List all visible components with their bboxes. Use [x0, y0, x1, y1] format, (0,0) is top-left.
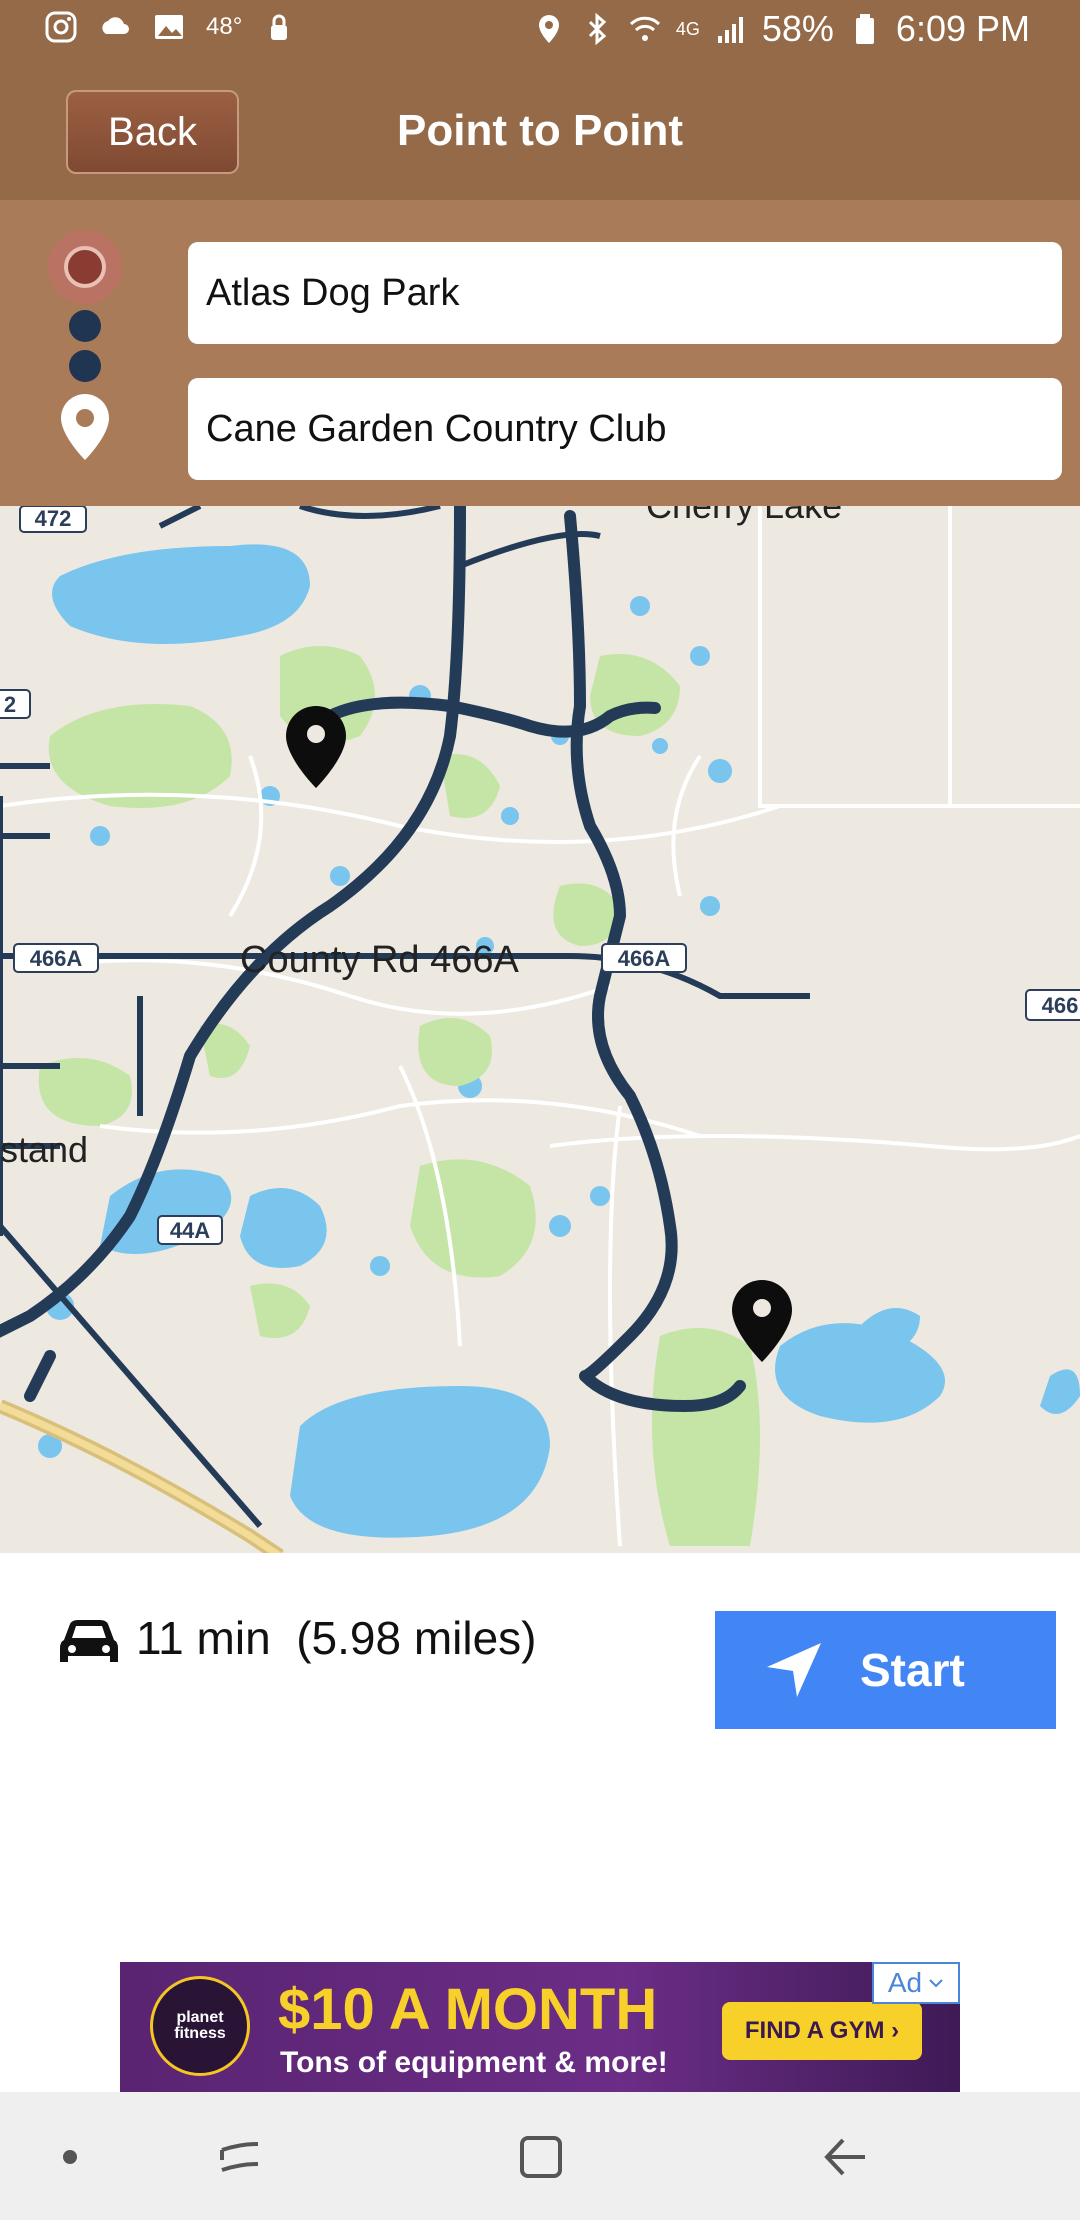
ad-headline: $10 A MONTH: [278, 1977, 658, 2042]
shield-472-label: 472: [35, 506, 72, 531]
temperature-text: 48°: [206, 13, 243, 40]
nav-dot-icon[interactable]: [40, 2132, 100, 2182]
shield-466-right-label: 466: [1042, 993, 1079, 1018]
signal-icon: [717, 17, 743, 43]
shield-2-label: 2: [4, 692, 16, 717]
route-input-panel: Atlas Dog Park Cane Garden Country Club: [0, 200, 1080, 506]
destination-input[interactable]: Cane Garden Country Club: [188, 378, 1062, 480]
instagram-icon: [45, 11, 77, 43]
shield-44a-label: 44A: [170, 1218, 210, 1243]
back-button-label: Back: [108, 109, 197, 154]
stand-label: stand: [0, 1129, 88, 1170]
navigation-arrow-icon: [767, 1643, 821, 1697]
destination-pin-icon: [61, 394, 109, 460]
lock-icon: [271, 14, 288, 40]
origin-input[interactable]: Atlas Dog Park: [188, 242, 1062, 344]
network-text: 4G: [675, 18, 700, 39]
ad-logo: planet fitness: [150, 1976, 250, 2076]
shield-466a-mid-label: 466A: [618, 946, 671, 971]
car-icon: [60, 1620, 118, 1662]
chevron-down-icon: [929, 1979, 943, 1988]
ad-badge[interactable]: Ad: [872, 1962, 960, 2004]
wifi-icon: [629, 16, 660, 41]
advertisement-banner[interactable]: planet fitness $10 A MONTH Tons of equip…: [120, 1962, 960, 2092]
status-bar: 48° 4G 58% 6:09 PM: [0, 0, 1080, 62]
county-rd-label: County Rd 466A: [240, 939, 519, 981]
shield-466a-left-label: 466A: [30, 946, 83, 971]
route-map[interactable]: 472 466A 466A 466 2 44A Cherry Lake Coun…: [0, 506, 1080, 1553]
system-nav-bar: [0, 2092, 1080, 2220]
location-icon: [538, 15, 559, 43]
cloud-icon: [102, 17, 129, 34]
cherry-lake-label: Cherry Lake: [646, 506, 842, 526]
highway-44a: [0, 1399, 284, 1553]
origin-marker-icon: [48, 230, 122, 304]
trip-info-panel: 11 min (5.98 miles) Start: [0, 1553, 1080, 1963]
trip-duration: 11 min (5.98 miles): [136, 1612, 537, 1664]
image-icon: [155, 15, 183, 39]
back-nav-icon[interactable]: [815, 2132, 875, 2182]
app-header: Point to Point Back: [0, 62, 1080, 200]
home-icon[interactable]: [510, 2132, 570, 2182]
ad-subtext: Tons of equipment & more!: [280, 2046, 668, 2079]
ad-cta-button[interactable]: FIND A GYM ›: [722, 2002, 922, 2060]
clock-text: 6:09 PM: [895, 8, 1030, 49]
recent-apps-icon[interactable]: [210, 2132, 270, 2182]
start-button-label: Start: [860, 1644, 965, 1696]
back-button[interactable]: Back: [66, 90, 239, 174]
bluetooth-icon: [588, 12, 607, 46]
ad-badge-label: Ad: [887, 1967, 923, 1998]
battery-text: 58%: [761, 8, 834, 49]
start-navigation-button[interactable]: Start: [715, 1611, 1056, 1729]
route-dots-icon: [69, 310, 101, 382]
battery-icon: [855, 14, 874, 44]
origin-pin-icon[interactable]: [286, 706, 346, 788]
